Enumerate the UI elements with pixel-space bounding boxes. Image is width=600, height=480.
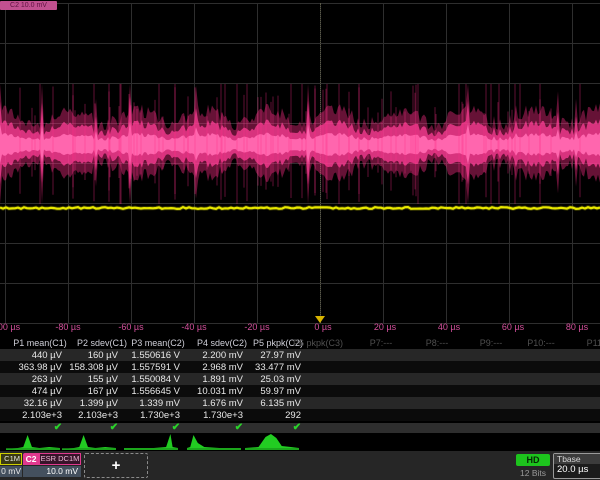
trigger-position-icon[interactable] [315, 316, 325, 323]
channel-c2-descriptor[interactable]: C2 ESR DC1M 10.0 mV [23, 453, 81, 477]
time-axis-tick-label: 60 µs [502, 322, 524, 332]
measure-table: P1 mean(C1)440 µV363.98 µV263 µV474 µV32… [0, 336, 600, 424]
measure-column-header[interactable]: P1 mean(C1) [13, 338, 67, 348]
c2-coupling-badge: ESR DC1M [39, 453, 81, 465]
measure-value-cell: 167 µV [48, 386, 118, 397]
timebase-value: 20.0 µs [554, 464, 600, 476]
hd-mode-badge[interactable]: HD [516, 454, 550, 466]
measure-column-header-inactive[interactable]: P7:--- [370, 338, 393, 348]
measure-value-cell: 1.730e+3 [110, 410, 180, 421]
time-axis-tick-label: 0 µs [314, 322, 331, 332]
descriptor-bar: C1M 0 mV C2 ESR DC1M 10.0 mV + HD 12 Bit… [0, 451, 600, 480]
status-check-icon: ✔ [110, 422, 118, 433]
status-check-icon: ✔ [235, 422, 243, 433]
measure-value-cell: 6.135 mV [231, 398, 301, 409]
c1-flat-trace [0, 207, 600, 209]
measure-column-header-inactive[interactable]: P9:--- [480, 338, 503, 348]
histicon-p2 [62, 434, 116, 450]
measure-value-cell: 158.308 µV [48, 362, 118, 373]
waveform-traces [0, 0, 600, 334]
time-axis: -100 µs -80 µs -60 µs -40 µs -20 µs 0 µs 20 µs… [0, 318, 600, 334]
measure-value-cell: 1.550616 V [110, 350, 180, 361]
c2-channel-badge: C2 [23, 453, 39, 465]
c1-coupling-badge: C1M [0, 453, 22, 465]
measure-value-cell: 25.03 mV [231, 374, 301, 385]
time-axis-tick-label: -80 µs [55, 322, 80, 332]
add-trace-button[interactable]: + [84, 453, 148, 478]
timebase-label: Tbase [554, 454, 600, 464]
status-check-icon: ✔ [293, 422, 301, 433]
histicon-p1 [6, 434, 60, 450]
measure-column-header-inactive[interactable]: P6 pkpk(C3) [293, 338, 343, 348]
measure-value-cell: 1.556645 V [110, 386, 180, 397]
c1-scale-value: 0 mV [0, 466, 22, 477]
measure-column-header[interactable]: P3 mean(C2) [131, 338, 185, 348]
time-axis-tick-label: 20 µs [374, 322, 396, 332]
measure-value-cell: 155 µV [48, 374, 118, 385]
timebase-descriptor[interactable]: Tbase 20.0 µs [553, 453, 600, 479]
measure-value-cell: 1.339 mV [110, 398, 180, 409]
measure-column-header-inactive[interactable]: P10:--- [527, 338, 555, 348]
time-axis-tick-label: -100 µs [0, 322, 20, 332]
measure-column-header-inactive[interactable]: P11:--- [587, 338, 600, 348]
measure-value-cell: 292 [231, 410, 301, 421]
time-axis-tick-label: 80 µs [566, 322, 588, 332]
status-check-icon: ✔ [54, 422, 62, 433]
measure-value-cell: 59.97 mV [231, 386, 301, 397]
histicon-p3 [124, 434, 178, 450]
measure-value-cell: 27.97 mV [231, 350, 301, 361]
time-axis-tick-label: -40 µs [181, 322, 206, 332]
hd-bits-label: 12 Bits [510, 468, 556, 478]
measure-column-header[interactable]: P2 sdev(C1) [77, 338, 127, 348]
status-check-icon: ✔ [172, 422, 180, 433]
channel-c1-descriptor[interactable]: C1M 0 mV [0, 453, 22, 477]
trace-annotation-badge: C2 10.0 mV [0, 1, 57, 10]
measure-value-cell: 1.399 µV [48, 398, 118, 409]
histicon-p4 [187, 434, 241, 450]
oscilloscope-screen: C2 10.0 mV -100 µs -80 µs -60 µs -40 µs -20 … [0, 0, 600, 480]
measure-column-header[interactable]: P4 sdev(C2) [197, 338, 247, 348]
measure-value-cell: 33.477 mV [231, 362, 301, 373]
measure-value-cell: 160 µV [48, 350, 118, 361]
measure-value-cell: 2.103e+3 [48, 410, 118, 421]
time-axis-tick-label: 40 µs [438, 322, 460, 332]
c2-scale-value: 10.0 mV [23, 466, 81, 477]
time-axis-tick-label: -20 µs [244, 322, 269, 332]
histicon-p5 [245, 434, 299, 450]
measure-column-header-inactive[interactable]: P8:--- [426, 338, 449, 348]
measure-value-cell: 1.557591 V [110, 362, 180, 373]
time-axis-tick-label: -60 µs [118, 322, 143, 332]
measure-value-cell: 1.550084 V [110, 374, 180, 385]
